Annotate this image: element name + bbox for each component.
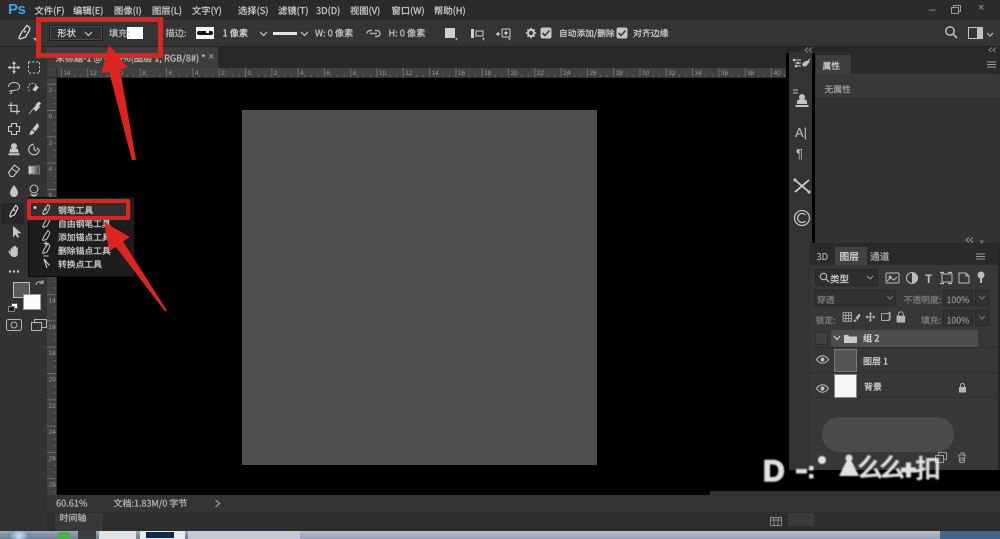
svg-text:2: 2 — [49, 87, 53, 94]
svg-text:6: 6 — [326, 70, 330, 77]
svg-text:16: 16 — [49, 324, 57, 331]
svg-text:14: 14 — [63, 70, 71, 77]
svg-text:2: 2 — [274, 70, 278, 77]
svg-text:32: 32 — [668, 70, 676, 77]
svg-text:24: 24 — [563, 70, 571, 77]
svg-text:26: 26 — [589, 70, 597, 77]
svg-text:22: 22 — [49, 403, 57, 410]
svg-text:18: 18 — [484, 70, 492, 77]
svg-text:20: 20 — [49, 377, 57, 384]
svg-text:8: 8 — [142, 70, 146, 77]
svg-text:A|: A| — [795, 125, 807, 140]
svg-text:12: 12 — [90, 70, 98, 77]
svg-text:28: 28 — [49, 482, 57, 489]
svg-text:0: 0 — [248, 70, 252, 77]
svg-text:6: 6 — [169, 70, 173, 77]
svg-text:4: 4 — [49, 166, 53, 173]
svg-text:36: 36 — [721, 70, 729, 77]
svg-text:10: 10 — [116, 70, 124, 77]
svg-text:18: 18 — [49, 350, 57, 357]
svg-text:38: 38 — [747, 70, 755, 77]
svg-text:16: 16 — [458, 70, 466, 77]
svg-text:0: 0 — [49, 114, 53, 121]
svg-text:26: 26 — [49, 455, 57, 462]
svg-text:24: 24 — [49, 429, 57, 436]
svg-text:8: 8 — [353, 70, 357, 77]
svg-text:30: 30 — [642, 70, 650, 77]
svg-text:4: 4 — [300, 70, 304, 77]
svg-text:2: 2 — [221, 70, 225, 77]
svg-text:34: 34 — [695, 70, 703, 77]
svg-text:2: 2 — [49, 140, 53, 147]
svg-text:22: 22 — [537, 70, 545, 77]
svg-text:D: D — [763, 455, 785, 488]
svg-text:10: 10 — [379, 70, 387, 77]
svg-text:4: 4 — [195, 70, 199, 77]
svg-text:20: 20 — [511, 70, 519, 77]
svg-text:¶: ¶ — [796, 146, 803, 161]
svg-text:14: 14 — [49, 298, 57, 305]
svg-text:28: 28 — [616, 70, 624, 77]
svg-text:T: T — [925, 272, 933, 285]
svg-text:14: 14 — [432, 70, 440, 77]
svg-text:12: 12 — [405, 70, 413, 77]
svg-text:40: 40 — [774, 70, 782, 77]
